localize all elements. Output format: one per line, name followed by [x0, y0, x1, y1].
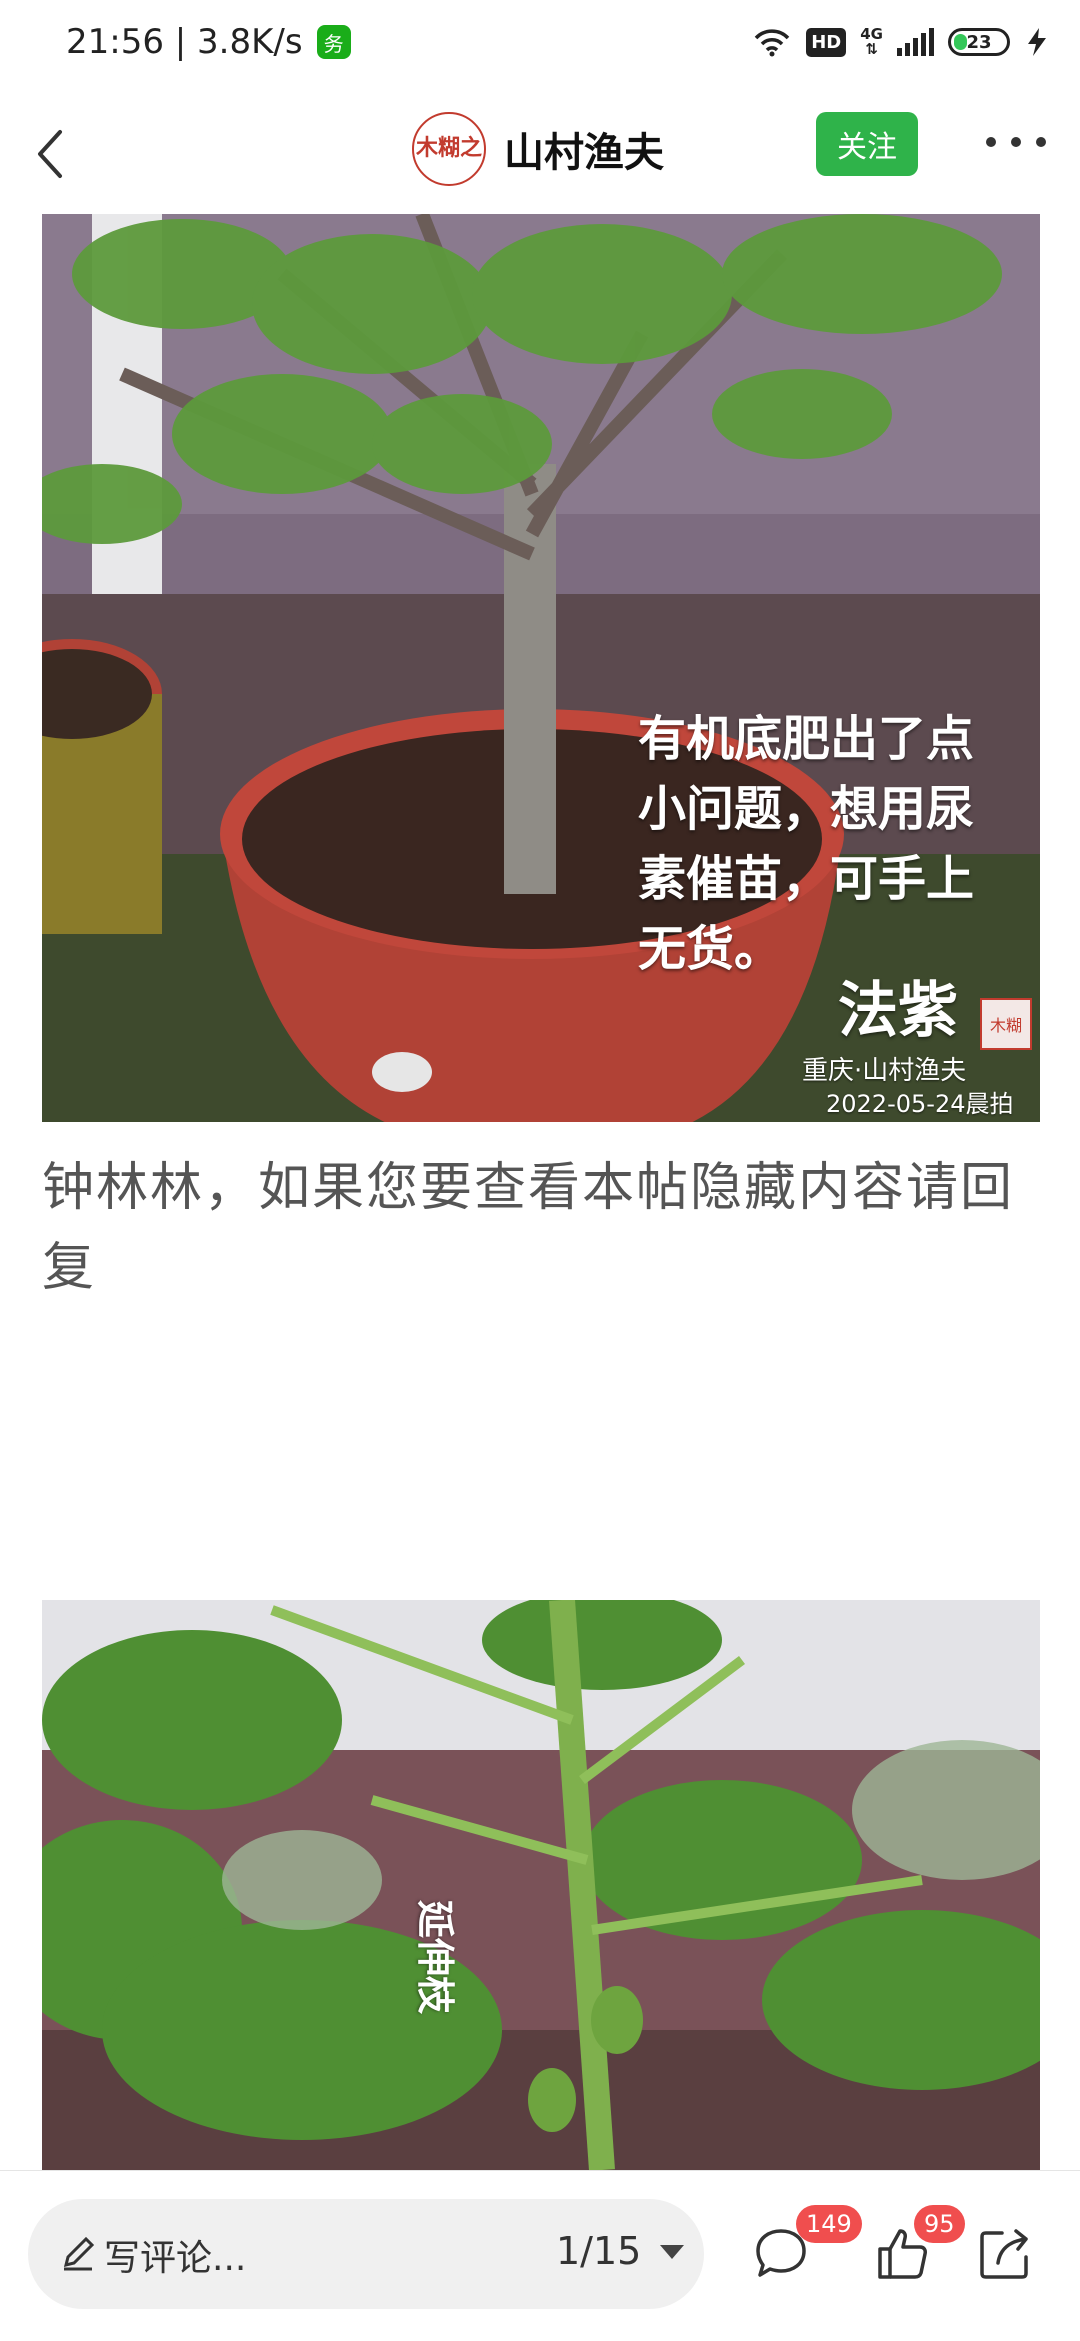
battery-level: 23 — [966, 31, 992, 53]
fig-branch-illustration — [42, 1600, 1040, 2170]
bottom-action-bar: 写评论... 1/15 149 95 — [0, 2170, 1080, 2341]
status-bar: 21:56 | 3.8K/s 务 HD 4G ⇅ 23 — [0, 0, 1080, 96]
post-header: 木糊之 山村渔夫 关注 — [0, 96, 1080, 214]
follow-button[interactable]: 关注 — [816, 112, 918, 176]
post-photo-2[interactable]: 延伸枝 — [42, 1600, 1040, 2170]
author-avatar[interactable]: 木糊之 — [412, 112, 486, 186]
comment-count-badge: 149 — [796, 2205, 862, 2243]
photo-1-credit: 重庆·山村渔夫 — [802, 1056, 967, 1086]
time-and-speed: 21:56 | 3.8K/s — [66, 22, 303, 62]
network-label: 4G — [860, 25, 883, 43]
wifi-icon — [754, 29, 790, 57]
post-photo-1[interactable]: 有机底肥出了点 小问题，想用尿 素催苗，可手上 无货。 法紫 木糊 重庆·山村渔… — [42, 214, 1040, 1122]
more-options-icon[interactable] — [986, 122, 1046, 162]
comment-placeholder: 写评论... — [104, 2238, 247, 2279]
charging-icon — [1028, 28, 1046, 56]
photo-1-signature: 法紫 — [838, 976, 958, 1046]
like-count-badge: 95 — [914, 2205, 965, 2243]
hidden-content-notice: 钟林林，如果您要查看本帖隐藏内容请回复 — [42, 1158, 1015, 1298]
comment-input[interactable]: 写评论... 1/15 — [28, 2199, 704, 2309]
battery-icon: 23 — [948, 28, 1010, 56]
signal-icon — [897, 28, 934, 56]
network-type: 4G ⇅ — [860, 25, 883, 58]
back-arrow-icon[interactable] — [24, 118, 84, 188]
hd-icon: HD — [806, 27, 847, 57]
status-right: HD 4G ⇅ 23 — [752, 26, 1050, 58]
photo-1-seal: 木糊 — [980, 998, 1032, 1050]
share-icon[interactable] — [976, 2225, 1034, 2283]
page-indicator[interactable]: 1/15 — [556, 2229, 641, 2273]
photo-1-caption: 有机底肥出了点 小问题，想用尿 素催苗，可手上 无货。 — [638, 711, 975, 977]
author-name[interactable]: 山村渔夫 — [504, 120, 664, 178]
chevron-down-icon[interactable] — [660, 2245, 684, 2259]
status-left: 21:56 | 3.8K/s 务 — [66, 22, 351, 62]
pencil-icon — [63, 2236, 95, 2271]
photo-1-date: 2022-05-24晨拍 — [826, 1090, 1014, 1118]
photo-2-caption: 延伸枝 — [413, 1900, 457, 2015]
app-notification-icon: 务 — [316, 25, 351, 59]
author-info[interactable]: 木糊之 山村渔夫 — [412, 112, 664, 186]
